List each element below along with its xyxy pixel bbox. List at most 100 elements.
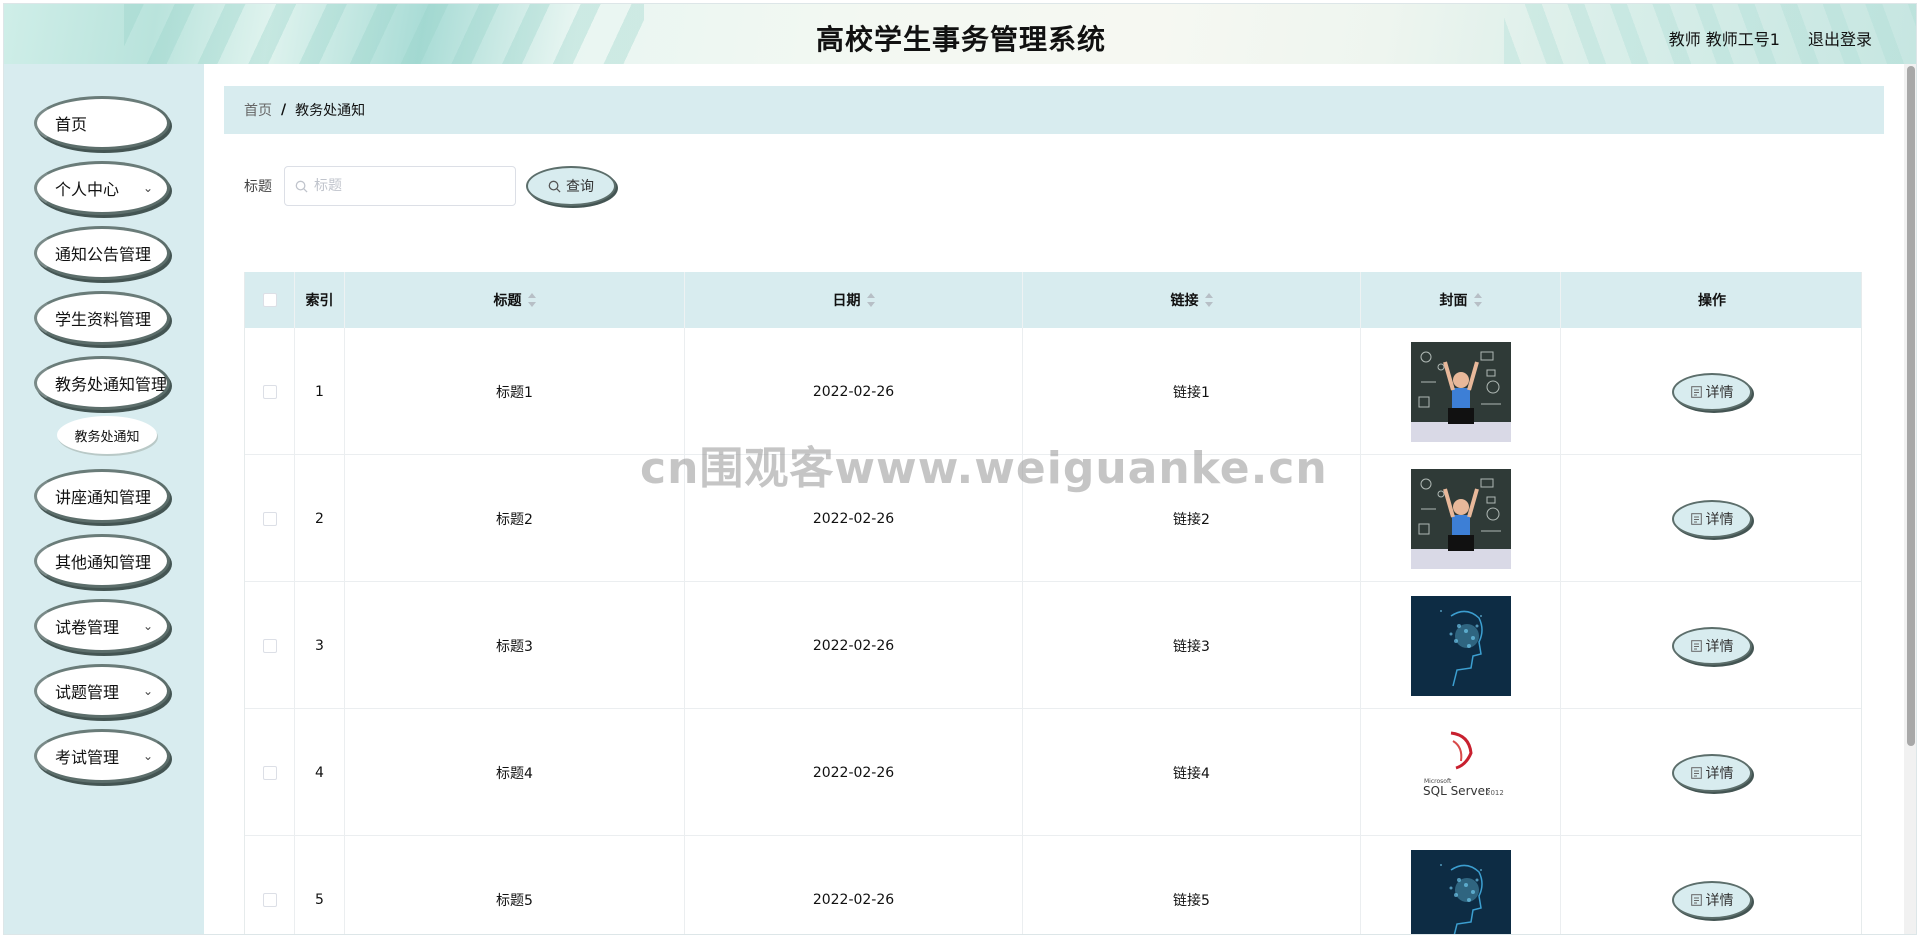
detail-button[interactable]: 详情 (1672, 372, 1752, 411)
sidebar-item-lecture-notice-management[interactable]: 讲座通知管理 (34, 469, 170, 523)
digital-head-image (1410, 849, 1511, 934)
cover-image (1410, 468, 1511, 569)
column-header-link[interactable]: 链接 (1023, 272, 1361, 328)
scrollbar-thumb[interactable] (1907, 66, 1915, 746)
detail-button-label: 详情 (1705, 384, 1734, 401)
sidebar-item-label: 教务处通知管理 (55, 375, 168, 394)
row-checkbox[interactable] (262, 892, 277, 907)
date-cell: 2022-02-26 (685, 836, 1023, 934)
detail-button[interactable]: 详情 (1672, 626, 1752, 665)
index-value: 5 (315, 891, 324, 908)
cover-image (1410, 849, 1511, 934)
row-checkbox[interactable] (262, 511, 277, 526)
sidebar-item-exam-paper-management[interactable]: 试卷管理 ⌄ (34, 599, 170, 653)
scrollbar[interactable] (1904, 64, 1916, 934)
document-icon (1690, 512, 1702, 525)
sidebar-item-student-records[interactable]: 学生资料管理 (34, 291, 170, 345)
column-header-cover[interactable]: 封面 (1361, 272, 1561, 328)
cover-cell (1361, 582, 1561, 709)
title-value: 标题4 (496, 765, 533, 782)
column-header-label: 索引 (305, 293, 334, 309)
row-checkbox[interactable] (262, 638, 277, 653)
sidebar-item-label: 考试管理 (55, 748, 120, 767)
cover-cell (1361, 328, 1561, 455)
index-value: 1 (315, 383, 324, 400)
chalkboard-photo-image (1410, 341, 1511, 442)
column-header-date[interactable]: 日期 (685, 272, 1023, 328)
query-button[interactable]: 查询 (526, 166, 616, 206)
sidebar-item-other-notice-management[interactable]: 其他通知管理 (34, 534, 170, 588)
sidebar-item-academic-notice-management[interactable]: 教务处通知管理 (34, 356, 170, 410)
select-cell (245, 836, 295, 934)
sidebar-item-label: 学生资料管理 (55, 310, 152, 329)
sidebar: 首页 个人中心 ⌄ 通知公告管理 学生资料管理 教务处通知管理 教务处通知 讲座… (4, 64, 204, 934)
sidebar-item-label: 讲座通知管理 (55, 488, 152, 507)
document-icon (1690, 639, 1702, 652)
link-value: 链接1 (1173, 384, 1210, 401)
sidebar-item-label: 试卷管理 (55, 618, 120, 637)
page-title: 高校学生事务管理系统 (815, 23, 1106, 56)
detail-button[interactable]: 详情 (1672, 880, 1752, 919)
logout-button[interactable]: 退出登录 (1808, 26, 1872, 50)
actions-cell: 详情 (1561, 455, 1861, 582)
chevron-down-icon: ⌄ (142, 684, 153, 698)
sort-icon[interactable] (866, 293, 875, 307)
title-cell: 标题4 (345, 709, 685, 836)
table-row: 3 标题3 2022-02-26 链接3 详情 (245, 582, 1861, 709)
sort-icon[interactable] (1204, 293, 1213, 307)
chevron-down-icon: ⌄ (142, 749, 153, 763)
document-icon (1690, 766, 1702, 779)
link-value: 链接2 (1173, 511, 1210, 528)
column-header-label: 日期 (832, 293, 861, 309)
chalkboard-photo-image (1410, 468, 1511, 569)
table-row: 5 标题5 2022-02-26 链接5 详情 (245, 836, 1861, 934)
query-button-label: 查询 (566, 179, 594, 195)
date-value: 2022-02-26 (812, 510, 895, 527)
title-value: 标题5 (496, 892, 533, 909)
search-input[interactable] (314, 178, 504, 194)
column-header-actions: 操作 (1561, 272, 1861, 328)
title-cell: 标题5 (345, 836, 685, 934)
title-cell: 标题1 (345, 328, 685, 455)
sql-server-product: SQL Server (1423, 784, 1490, 798)
sort-icon[interactable] (1473, 293, 1482, 307)
sidebar-item-label: 通知公告管理 (55, 245, 152, 264)
sidebar-item-notice-management[interactable]: 通知公告管理 (34, 226, 170, 280)
sidebar-item-home[interactable]: 首页 (34, 96, 170, 150)
select-all-checkbox[interactable] (262, 293, 277, 307)
title-cell: 标题2 (345, 455, 685, 582)
column-header-label: 封面 (1439, 293, 1468, 309)
index-value: 3 (315, 637, 324, 654)
search-field[interactable] (284, 166, 516, 206)
sidebar-item-personal-center[interactable]: 个人中心 ⌄ (34, 161, 170, 215)
link-cell: 链接4 (1023, 709, 1361, 836)
row-checkbox[interactable] (262, 765, 277, 780)
select-cell (245, 582, 295, 709)
header-select-cell (245, 272, 295, 328)
chevron-down-icon: ⌄ (142, 181, 153, 195)
date-cell: 2022-02-26 (685, 582, 1023, 709)
column-header-label: 操作 (1698, 293, 1726, 309)
index-cell: 1 (295, 328, 345, 455)
sidebar-item-question-management[interactable]: 试题管理 ⌄ (34, 664, 170, 718)
link-cell: 链接5 (1023, 836, 1361, 934)
select-cell (245, 455, 295, 582)
actions-cell: 详情 (1561, 836, 1861, 934)
table-header: 索引 标题 日期 链接 封面 操作 (245, 272, 1861, 328)
detail-button[interactable]: 详情 (1672, 753, 1752, 792)
sidebar-item-exam-management[interactable]: 考试管理 ⌄ (34, 729, 170, 783)
detail-button[interactable]: 详情 (1672, 499, 1752, 538)
detail-button-label: 详情 (1705, 892, 1734, 909)
select-cell (245, 328, 295, 455)
sidebar-subitem-academic-notice[interactable]: 教务处通知 (57, 416, 157, 454)
column-header-title[interactable]: 标题 (345, 272, 685, 328)
actions-cell: 详情 (1561, 328, 1861, 455)
row-checkbox[interactable] (262, 384, 277, 399)
sort-icon[interactable] (527, 293, 536, 307)
header: 高校学生事务管理系统 教师 教师工号1 退出登录 (4, 4, 1916, 64)
cover-image: Microsoft SQL Server 2012 (1410, 722, 1511, 823)
current-user: 教师 教师工号1 (1668, 30, 1780, 49)
sidebar-item-label: 首页 (55, 115, 88, 134)
breadcrumb-home-link[interactable]: 首页 (244, 100, 272, 120)
cover-cell (1361, 836, 1561, 934)
